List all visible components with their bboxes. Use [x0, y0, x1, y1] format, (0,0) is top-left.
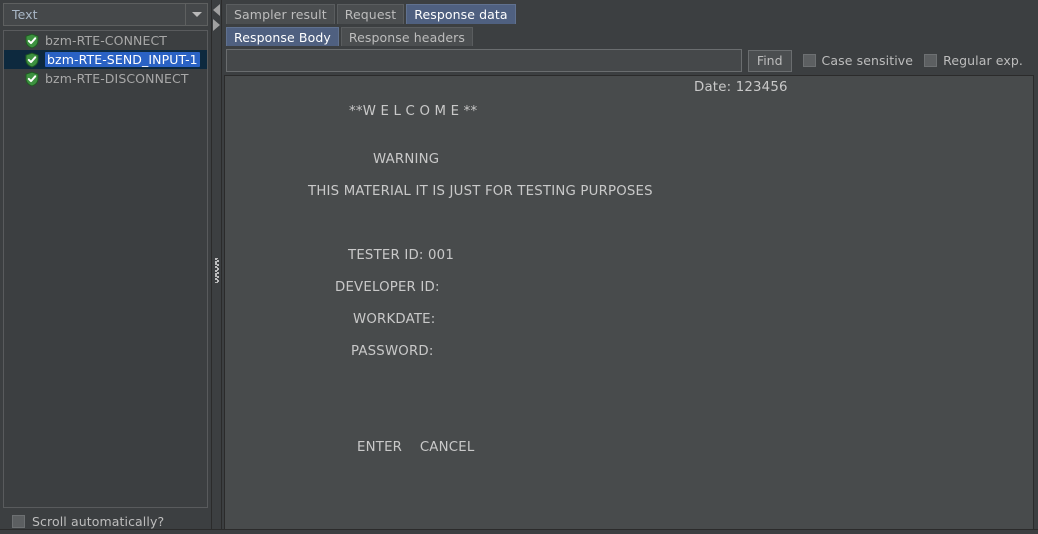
chevron-down-icon[interactable]	[185, 4, 207, 25]
regular-exp-label: Regular exp.	[943, 53, 1023, 68]
triangle-left-icon[interactable]	[213, 4, 220, 16]
terminal-line: **W E L C O M E **	[349, 104, 478, 119]
find-bar: Find Case sensitive Regular exp.	[224, 46, 1034, 75]
scroll-automatically-checkbox[interactable]	[12, 514, 25, 528]
window-bottom-edge	[0, 529, 1038, 534]
tab-response-body[interactable]: Response Body	[226, 27, 339, 46]
results-tree[interactable]: bzm-RTE-CONNECT bzm-RTE-SEND_INPUT-1 bzm…	[3, 30, 208, 508]
render-format-combo-row: Text	[3, 3, 208, 27]
search-input[interactable]	[226, 49, 742, 72]
tree-item-disconnect[interactable]: bzm-RTE-DISCONNECT	[4, 69, 207, 88]
tab-label: Response Body	[234, 29, 331, 45]
terminal-line: DEVELOPER ID:	[335, 280, 440, 295]
case-sensitive-option[interactable]: Case sensitive	[802, 53, 914, 68]
tree-item-connect[interactable]: bzm-RTE-CONNECT	[4, 31, 207, 50]
response-body-panel[interactable]: Date: 123456 **W E L C O M E ** WARNING THI…	[224, 75, 1034, 530]
main-tabbar: Sampler result Request Response data	[224, 2, 1034, 24]
render-format-combo[interactable]: Text	[3, 3, 208, 26]
case-sensitive-checkbox[interactable]	[802, 54, 816, 67]
triangle-right-icon[interactable]	[213, 19, 220, 31]
terminal-line: THIS MATERIAL IT IS JUST FOR TESTING PUR…	[308, 184, 653, 199]
terminal-line: Date: 123456	[694, 80, 788, 95]
tree-item-label: bzm-RTE-DISCONNECT	[45, 71, 189, 86]
terminal-line: PASSWORD:	[351, 344, 434, 359]
tree-item-send-input[interactable]: bzm-RTE-SEND_INPUT-1	[4, 50, 207, 69]
left-panel: Text bzm-RTE-CONNECT bzm-RTE-SEND_INPUT-…	[0, 0, 211, 534]
tab-sampler-result[interactable]: Sampler result	[226, 4, 335, 24]
green-shield-check-icon	[24, 71, 40, 87]
tab-response-headers[interactable]: Response headers	[340, 27, 474, 46]
tree-item-label: bzm-RTE-CONNECT	[45, 33, 168, 48]
tab-label: Response data	[414, 7, 508, 22]
green-shield-check-icon	[24, 52, 40, 68]
tab-label: Request	[344, 7, 397, 22]
tab-label: Response headers	[348, 29, 466, 45]
regular-exp-checkbox[interactable]	[924, 54, 938, 67]
find-button[interactable]: Find	[747, 49, 792, 72]
splitter-collapse-buttons[interactable]	[212, 2, 221, 34]
terminal-screen: Date: 123456 **W E L C O M E ** WARNING THI…	[225, 76, 1033, 529]
terminal-line: WORKDATE:	[353, 312, 436, 327]
chevron-down-glyph	[191, 12, 202, 17]
tab-response-data[interactable]: Response data	[406, 4, 516, 24]
jmeter-view-results-tree: Text bzm-RTE-CONNECT bzm-RTE-SEND_INPUT-…	[0, 0, 1038, 534]
tab-label: Sampler result	[234, 7, 327, 22]
response-sub-tabbar: Response Body Response headers	[224, 25, 1034, 46]
terminal-line: TESTER ID: 001	[348, 248, 455, 263]
scroll-automatically-label: Scroll automatically?	[32, 513, 165, 529]
terminal-line: ENTER CANCEL	[357, 440, 475, 455]
find-button-label: Find	[756, 53, 783, 68]
panel-splitter[interactable]	[211, 0, 222, 534]
render-format-combo-value: Text	[12, 7, 38, 22]
tab-request[interactable]: Request	[336, 4, 405, 24]
case-sensitive-label: Case sensitive	[821, 53, 914, 68]
regular-exp-option[interactable]: Regular exp.	[924, 53, 1023, 68]
tree-item-label: bzm-RTE-SEND_INPUT-1	[45, 52, 200, 67]
terminal-line: WARNING	[373, 152, 440, 167]
green-shield-check-icon	[24, 33, 40, 49]
right-panel: Sampler result Request Response data Res…	[222, 0, 1038, 534]
drag-grip-icon[interactable]	[215, 258, 219, 284]
